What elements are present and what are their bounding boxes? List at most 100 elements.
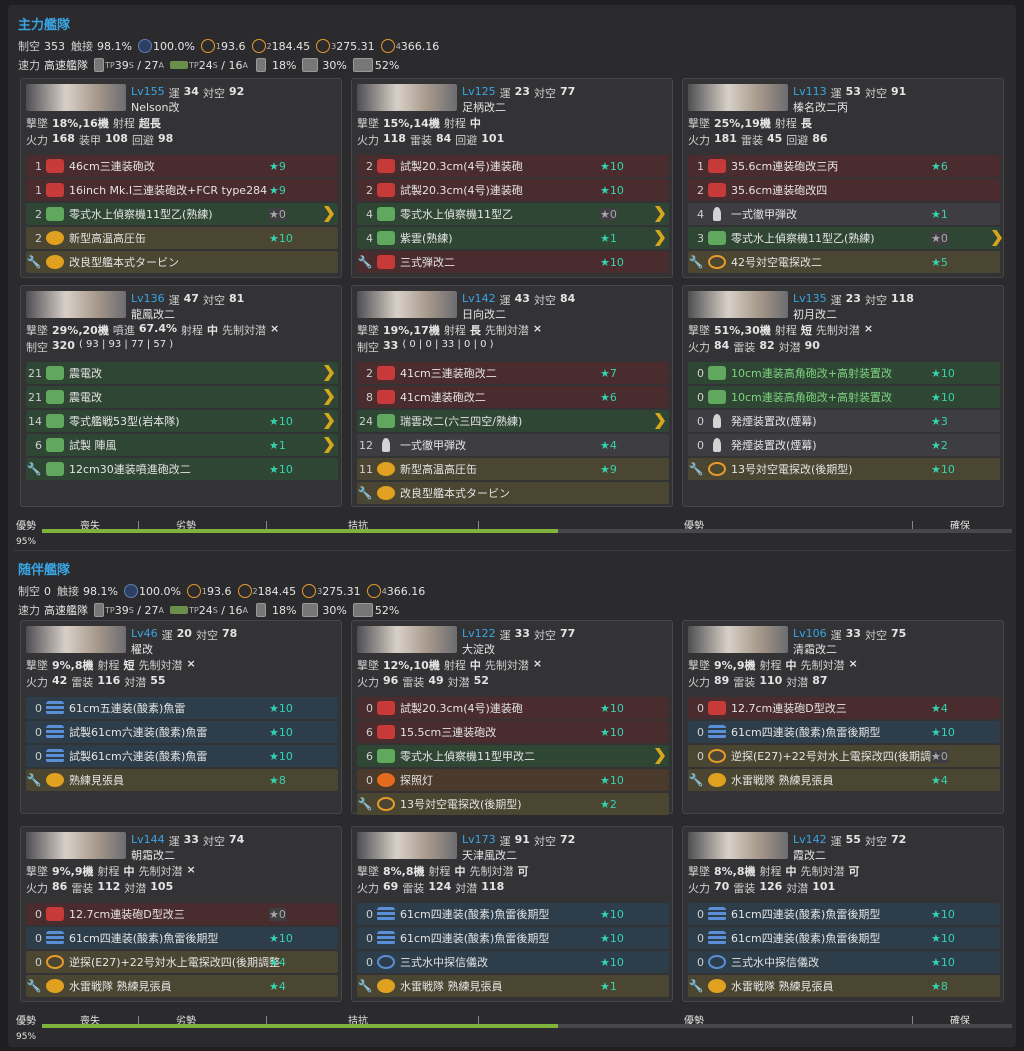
equipment-slot[interactable]: 0 三式水中探信儀改 ★10 [357,951,669,973]
speed-label: 速力 [18,59,40,72]
equipment-slot[interactable]: 0 12.7cm連装砲D型改三 ★4 [688,697,1000,719]
equipment-slot[interactable]: 2 試製20.3cm(4号)連装砲 ★10 [357,155,669,177]
equipment-slot[interactable]: 11 新型高温高圧缶 ★9 [357,458,669,480]
ship-card[interactable]: Lv142 運 55 対空 72 霞改二 撃墜 8%,8機 射程中先制対潜可火力 70 雷装 126… [682,826,1004,1002]
equipment-list: 21 震電改 21 震電改 14 零式艦戦53型(岩本隊) ★10 6 試製 陣風 ★1 🔧 12cm… [26,362,338,482]
stat-value: 82 [759,339,775,352]
ship-card[interactable]: Lv142 運 43 対空 84 日向改二 撃墜 19%,17機 射程長先制対潜 × 制空 33( … [351,285,673,507]
equipment-slot[interactable]: 🔧 13号対空電探改(後期型) ★2 [357,793,669,815]
equipment-slot[interactable]: 2 41cm三連装砲改二 ★7 [357,362,669,384]
equipment-slot[interactable]: 0 61cm四連装(酸素)魚雷後期型 ★10 [688,721,1000,743]
wrench-icon: 🔧 [688,462,704,476]
equipment-slot[interactable]: 0 10cm連装高角砲改+高射装置改 ★10 [688,362,1000,384]
equipment-slot[interactable]: 4 紫雲(熟練) ★1 [357,227,669,249]
equipment-slot[interactable]: 1 46cm三連装砲改 ★9 [26,155,338,177]
slot-size: 4 [697,207,704,221]
equipment-slot[interactable]: 0 10cm連装高角砲改+高射装置改 ★10 [688,386,1000,408]
contact-plane-icon [123,584,138,598]
equipment-slot[interactable]: 🔧 改良型艦本式タービン [357,482,669,504]
stat-label: 火力 [26,882,48,895]
equipment-slot[interactable]: 0 12.7cm連装砲D型改三 ★0 [26,903,338,925]
equipment-icon [377,255,395,269]
stat-value: 中 [207,324,218,337]
equipment-name: 35.6cm連装砲改四 [731,184,828,197]
equipment-slot[interactable]: 1 16inch Mk.I三連装砲改+FCR type284 ★9 [26,179,338,201]
equipment-slot[interactable]: 1 35.6cm連装砲改三丙 ★6 [688,155,1000,177]
equipment-slot[interactable]: 0 探照灯 ★10 [357,769,669,791]
ship-card[interactable]: Lv135 運 23 対空 118 初月改二 撃墜 51%,30機 射程短先制対潜 × 火力 84 雷… [682,285,1004,507]
aa-value: 78 [221,627,238,640]
equipment-slot[interactable]: 21 震電改 [26,386,338,408]
fleet-title: 主力艦隊 [18,18,71,33]
equipment-icon [713,438,721,452]
ship-card[interactable]: Lv122 運 33 対空 77 大淀改 撃墜 12%,10機 射程中先制対潜 × 火力 96 雷装 4… [351,620,673,815]
equipment-slot[interactable]: 2 試製20.3cm(4号)連装砲 ★10 [357,179,669,201]
ship-stat-line: 撃墜 29%,20機 噴進 67.4% 射程中先制対潜 × [26,322,279,338]
equipment-slot[interactable]: 4 一式徹甲弾改 ★1 [688,203,1000,225]
equipment-slot[interactable]: 🔧 水雷戦隊 熟練見張員 ★4 [688,769,1000,791]
equipment-slot[interactable]: 0 61cm四連装(酸素)魚雷後期型 ★10 [688,903,1000,925]
equipment-slot[interactable]: 0 試製61cm六連装(酸素)魚雷 ★10 [26,745,338,767]
ship-card[interactable]: Lv125 運 23 対空 77 足柄改二 撃墜 15%,14機 射程中火力 118 雷装 84 回避… [351,78,673,278]
equipment-slot[interactable]: 0 61cm四連装(酸素)魚雷後期型 ★10 [357,903,669,925]
equipment-icon [708,979,726,993]
ship-card[interactable]: Lv106 運 33 対空 75 清霜改二 撃墜 9%,9機 射程中先制対潜 × 火力 89 雷装 11… [682,620,1004,814]
equipment-slot[interactable]: 6 試製 陣風 ★1 [26,434,338,456]
equipment-slot[interactable]: 🔧 水雷戦隊 熟練見張員 ★8 [688,975,1000,997]
equipment-list: 2 試製20.3cm(4号)連装砲 ★10 2 試製20.3cm(4号)連装砲 ★10 4 零… [357,155,669,275]
equipment-slot[interactable]: 🔧 12cm30連装噴進砲改二 ★10 [26,458,338,480]
equipment-slot[interactable]: 🔧 13号対空電探改(後期型) ★10 [688,458,1000,480]
equipment-slot[interactable]: 0 試製61cm六連装(酸素)魚雷 ★10 [26,721,338,743]
aa-label: 対空 [202,294,225,307]
equipment-slot[interactable]: 0 三式水中探信儀改 ★10 [688,951,1000,973]
equipment-slot[interactable]: 2 零式水上偵察機11型乙(熟練) ★0 [26,203,338,225]
tp-rank: A [242,605,248,615]
equipment-slot[interactable]: 0 逆探(E27)+22号対水上電探改四(後期調整 ★0 [688,745,1000,767]
equipment-slot[interactable]: 🔧 水雷戦隊 熟練見張員 ★4 [26,975,338,997]
equipment-slot[interactable]: 2 35.6cm連装砲改四 [688,179,1000,201]
equipment-slot[interactable]: 0 試製20.3cm(4号)連装砲 ★10 [357,697,669,719]
equipment-slot[interactable]: 0 逆探(E27)+22号対水上電探改四(後期調整 ★4 [26,951,338,973]
equipment-slot[interactable]: 24 瑞雲改二(六三四空/熟練) [357,410,669,432]
equipment-slot[interactable]: 🔧 三式弾改二 ★10 [357,251,669,273]
equipment-slot[interactable]: 🔧 熟練見張員 ★8 [26,769,338,791]
equipment-slot[interactable]: 🔧 水雷戦隊 熟練見張員 ★1 [357,975,669,997]
ship-card[interactable]: Lv113 運 53 対空 91 榛名改二丙 撃墜 25%,19機 射程長火力 181 雷装 45 回… [682,78,1004,278]
ship-card[interactable]: Lv136 運 47 対空 81 龍鳳改二 撃墜 29%,20機 噴進 67.4% 射程中先制対潜… [20,285,342,507]
equipment-slot[interactable]: 21 震電改 [26,362,338,384]
equipment-slot[interactable]: 4 零式水上偵察機11型乙 ★0 [357,203,669,225]
equipment-list: 0 61cm五連装(酸素)魚雷 ★10 0 試製61cm六連装(酸素)魚雷 ★10 0 試製6… [26,697,338,793]
equipment-slot[interactable]: 🔧 42号対空電探改二 ★5 [688,251,1000,273]
equipment-icon [377,955,395,969]
ship-airpower: 33 [383,339,399,352]
luck-value: 33 [845,627,861,640]
equipment-slot[interactable]: 14 零式艦戦53型(岩本隊) ★10 [26,410,338,432]
equipment-slot[interactable]: 6 15.5cm三連装砲改 ★10 [357,721,669,743]
equipment-slot[interactable]: 2 新型高温高圧缶 ★10 [26,227,338,249]
stat-value: 98 [157,132,174,145]
equipment-slot[interactable]: 0 発煙装置改(煙幕) ★2 [688,434,1000,456]
ship-stat-line: 撃墜 12%,10機 射程中先制対潜 × [357,657,542,673]
equipment-slot[interactable]: 0 61cm四連装(酸素)魚雷後期型 ★10 [688,927,1000,949]
equipment-slot[interactable]: 0 61cm四連装(酸素)魚雷後期型 ★10 [357,927,669,949]
ship-card[interactable]: Lv173 運 91 対空 72 天津風改二 撃墜 8%,8機 射程中先制対潜可火力 69 雷装 1… [351,826,673,1002]
equipment-slot[interactable]: 0 発煙装置改(煙幕) ★3 [688,410,1000,432]
equipment-slot[interactable]: 12 一式徹甲弾改 ★4 [357,434,669,456]
ship-card[interactable]: Lv144 運 33 対空 74 朝霜改二 撃墜 9%,9機 射程中先制対潜 × 火力 86 雷装 11… [20,826,342,1002]
equipment-icon [708,955,726,969]
equipment-slot[interactable]: 0 61cm五連装(酸素)魚雷 ★10 [26,697,338,719]
equipment-slot[interactable]: 3 零式水上偵察機11型乙(熟練) ★0 [688,227,1002,249]
equipment-slot[interactable]: 0 61cm四連装(酸素)魚雷後期型 ★10 [26,927,338,949]
equipment-icon [377,414,395,428]
equipment-name: 35.6cm連装砲改三丙 [731,160,839,173]
ship-card[interactable]: Lv46 運 20 対空 78 櫂改 撃墜 9%,8機 射程短先制対潜 × 火力 42 雷装 116 対潜… [20,620,342,814]
equipment-slot[interactable]: 🔧 改良型艦本式タービン [26,251,338,273]
equipment-slot[interactable]: 8 41cm連装砲改二 ★6 [357,386,669,408]
ship-card[interactable]: Lv155 運 34 対空 92 Nelson改 撃墜 18%,16機 射程 超長 火力 168 装甲… [20,78,342,278]
stat-value: 8%,8機 [383,865,425,878]
ship-stat-line: 火力 42 雷装 116 対潜 55 [26,674,166,690]
equipment-name: 10cm連装高角砲改+高射装置改 [731,367,892,380]
equipment-icon [708,701,726,715]
stat-label: 火力 [26,676,48,689]
equipment-slot[interactable]: 6 零式水上偵察機11型甲改二 [357,745,669,767]
